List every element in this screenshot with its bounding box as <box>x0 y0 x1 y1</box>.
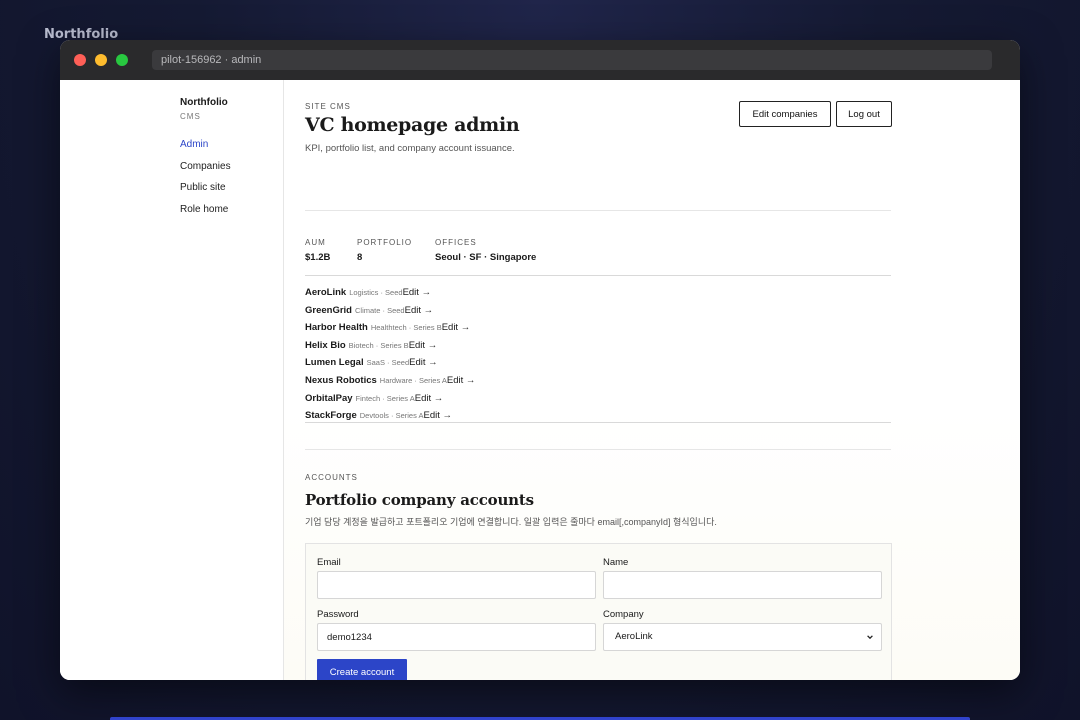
edit-company-link[interactable]: Edit → <box>415 393 444 404</box>
edit-companies-button[interactable]: Edit companies <box>739 101 831 127</box>
sidebar-item-role-home[interactable]: Role home <box>180 204 231 226</box>
sidebar-nav: Admin Companies Public site Role home <box>180 139 231 225</box>
stat-portfolio: PORTFOLIO 8 <box>357 238 412 263</box>
name-label: Name <box>603 557 629 568</box>
edit-company-link[interactable]: Edit → <box>405 305 434 316</box>
chevron-down-icon <box>867 635 873 640</box>
stat-value: $1.2B <box>305 252 331 263</box>
email-field[interactable] <box>317 571 596 599</box>
company-name: Lumen Legal <box>305 357 364 369</box>
company-meta: Biotech · Series B <box>348 340 409 350</box>
password-label: Password <box>317 609 359 620</box>
stat-label: OFFICES <box>435 238 477 247</box>
portfolio-row: OrbitalPay Fintech · Series AEdit → <box>305 391 475 409</box>
logout-button[interactable]: Log out <box>836 101 892 127</box>
company-name: Harbor Health <box>305 322 368 334</box>
email-label: Email <box>317 557 341 568</box>
minimize-window-button[interactable] <box>95 54 107 66</box>
portfolio-row: Harbor Health Healthtech · Series BEdit → <box>305 320 475 338</box>
portfolio-row: GreenGrid Climate · SeedEdit → <box>305 303 475 321</box>
stat-value: Seoul · SF · Singapore <box>435 252 537 263</box>
main-panel: SITE CMS VC homepage admin KPI, portfoli… <box>305 80 892 680</box>
company-name: StackForge <box>305 410 357 422</box>
portfolio-row: AeroLink Logistics · SeedEdit → <box>305 285 475 303</box>
company-name: GreenGrid <box>305 304 352 316</box>
company-select[interactable]: AeroLink <box>603 623 882 651</box>
accounts-description: 기업 담당 계정을 발급하고 포트폴리오 기업에 연결합니다. 일괄 입력은 줄… <box>305 517 717 527</box>
create-account-form: Email Name Password Company AeroLink Cre… <box>305 543 892 680</box>
company-meta: Healthtech · Series B <box>370 323 442 333</box>
stat-label: PORTFOLIO <box>357 238 413 247</box>
edit-company-link[interactable]: Edit → <box>447 375 476 386</box>
stat-aum: AUM $1.2B <box>305 238 330 263</box>
name-field[interactable] <box>603 571 882 599</box>
company-meta: Hardware · Series A <box>379 375 447 385</box>
company-name: Nexus Robotics <box>305 374 377 386</box>
edit-company-link[interactable]: Edit → <box>424 410 453 421</box>
stats-divider <box>305 275 891 276</box>
company-meta: Climate · Seed <box>355 305 405 315</box>
maximize-window-button[interactable] <box>116 54 128 66</box>
window-titlebar: pilot-156962 · admin <box>60 40 1020 80</box>
password-field[interactable] <box>317 623 596 651</box>
company-name: OrbitalPay <box>305 392 353 404</box>
sidebar-item-public-site[interactable]: Public site <box>180 182 231 204</box>
page-title: VC homepage admin <box>305 114 520 136</box>
sidebar-brand: Northfolio <box>180 97 228 108</box>
browser-window: pilot-156962 · admin Northfolio CMS Admi… <box>60 40 1020 680</box>
company-meta: Fintech · Series A <box>355 393 415 403</box>
portfolio-divider <box>305 422 891 423</box>
sidebar-brand-subtitle: CMS <box>180 112 201 121</box>
company-select-value: AeroLink <box>615 631 653 642</box>
sidebar: Northfolio CMS Admin Companies Public si… <box>60 80 284 680</box>
page-content: Northfolio CMS Admin Companies Public si… <box>60 80 1020 680</box>
portfolio-row: Nexus Robotics Hardware · Series AEdit → <box>305 373 475 391</box>
stat-label: AUM <box>305 238 326 247</box>
stat-offices: OFFICES Seoul · SF · Singapore <box>435 238 536 263</box>
portfolio-row: Helix Bio Biotech · Series BEdit → <box>305 338 475 356</box>
close-window-button[interactable] <box>74 54 86 66</box>
section-divider <box>305 449 891 450</box>
company-meta: Logistics · Seed <box>349 288 403 297</box>
stat-value: 8 <box>357 252 363 263</box>
sidebar-item-companies[interactable]: Companies <box>180 161 231 183</box>
sidebar-item-admin[interactable]: Admin <box>180 139 231 161</box>
page-subtitle: KPI, portfolio list, and company account… <box>305 143 515 154</box>
portfolio-list: AeroLink Logistics · SeedEdit → GreenGrid… <box>305 285 475 426</box>
edit-company-link[interactable]: Edit → <box>409 357 438 368</box>
edit-company-link[interactable]: Edit → <box>403 287 432 298</box>
company-name: AeroLink <box>305 287 347 298</box>
header-eyebrow: SITE CMS <box>305 102 351 111</box>
address-bar[interactable]: pilot-156962 · admin <box>152 50 992 70</box>
edit-company-link[interactable]: Edit → <box>442 322 471 333</box>
portfolio-row: Lumen Legal SaaS · SeedEdit → <box>305 355 475 373</box>
company-meta: Devtools · Series A <box>359 411 424 421</box>
company-meta: SaaS · Seed <box>366 358 410 368</box>
accounts-title: Portfolio company accounts <box>305 491 534 509</box>
header-divider <box>305 210 891 211</box>
accounts-eyebrow: ACCOUNTS <box>305 473 358 482</box>
edit-company-link[interactable]: Edit → <box>409 340 438 351</box>
create-account-button[interactable]: Create account <box>317 659 407 680</box>
company-name: Helix Bio <box>305 339 346 351</box>
portfolio-row: StackForge Devtools · Series AEdit → <box>305 408 475 426</box>
company-label: Company <box>603 609 644 620</box>
